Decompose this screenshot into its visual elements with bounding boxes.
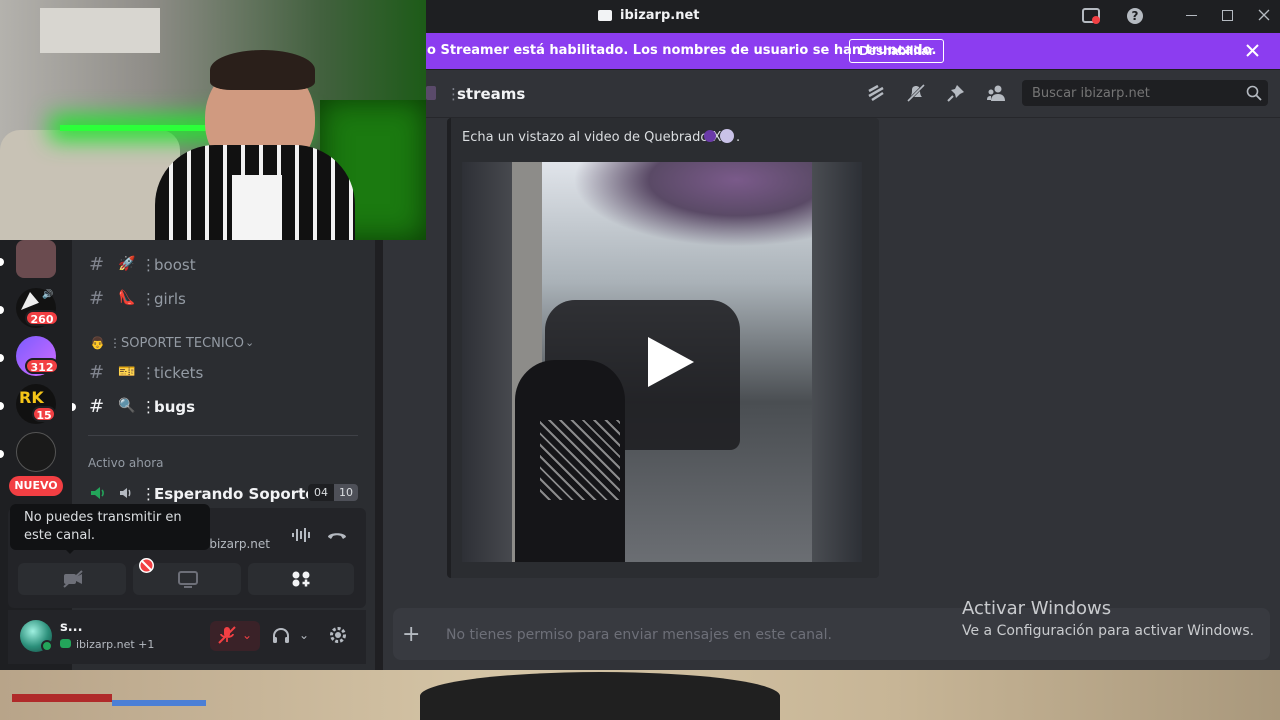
game-character	[420, 672, 780, 720]
shirt-pattern	[540, 420, 620, 500]
server-icon[interactable]	[16, 432, 56, 472]
play-icon[interactable]	[642, 335, 696, 389]
windows-activation-title: Activar Windows	[962, 598, 1112, 619]
webcam-overlay	[0, 0, 426, 240]
webcam-shirt-front	[232, 175, 282, 240]
video-blur-right	[812, 162, 862, 562]
windows-activation-subtitle: Ve a Configuración para activar Windows.	[962, 623, 1255, 639]
username: s...	[60, 620, 83, 635]
window-title: ibizarp.net	[620, 8, 700, 23]
disable-streamer-button[interactable]: Deshabilitar	[849, 39, 944, 63]
discord-logo-icon	[598, 10, 612, 21]
server-icon[interactable]	[16, 240, 56, 278]
mention-badge: 15	[32, 406, 56, 422]
minimize-icon[interactable]	[1186, 15, 1197, 16]
chevron-down-icon[interactable]: ⌄	[242, 628, 252, 642]
banner-close-icon[interactable]	[1246, 44, 1259, 57]
add-attachment-icon[interactable]: +	[402, 622, 420, 647]
webcam-frame-poster	[40, 8, 160, 53]
emoji-icon	[704, 130, 716, 142]
server-logo-rk: RK	[19, 388, 44, 407]
channel-tickets[interactable]: tickets	[154, 364, 203, 382]
text-channel-icon: #	[89, 396, 105, 417]
text-channel-icon: #	[89, 254, 105, 275]
blocked-icon	[139, 558, 154, 573]
user-activity: ibizarp.net +1	[76, 638, 155, 651]
speaker-icon	[120, 488, 131, 498]
notifications-muted-icon[interactable]	[906, 83, 926, 103]
search-icon	[1246, 85, 1262, 101]
channel-bugs[interactable]: bugs	[154, 398, 195, 416]
channel-name: streams	[457, 85, 526, 103]
divider	[88, 435, 358, 436]
category-separator: ⋮	[109, 336, 121, 350]
voice-user-limit: 10	[334, 484, 358, 501]
camera-off-icon	[63, 570, 83, 588]
text-channel-icon: #	[89, 362, 105, 383]
tree-canopy	[560, 162, 812, 252]
mention-badge: 312	[25, 358, 59, 374]
new-badge: NUEVO	[9, 476, 63, 496]
tooltip-arrow	[64, 548, 76, 554]
close-icon[interactable]	[1258, 9, 1270, 21]
help-icon[interactable]: ?	[1126, 7, 1144, 25]
voice-channel-esperando-soporte[interactable]: Esperando Soporte	[154, 485, 315, 503]
composer-placeholder: No tienes permiso para enviar mensajes e…	[446, 627, 832, 643]
channel-boost[interactable]: boost	[154, 256, 196, 274]
svg-text:?: ?	[1132, 9, 1139, 23]
screen-share-icon	[178, 571, 198, 588]
settings-gear-icon[interactable]	[328, 625, 348, 645]
microphone-muted-icon	[218, 626, 236, 644]
health-bar	[12, 694, 112, 702]
chevron-down-icon[interactable]: ⌄	[245, 336, 254, 349]
text-channel-icon: #	[89, 288, 105, 309]
channel-emoji: 🔍	[118, 398, 136, 414]
maximize-icon[interactable]	[1222, 10, 1233, 21]
channel-emoji-icon	[426, 86, 436, 100]
message-period: .	[736, 130, 741, 145]
channel-girls[interactable]: girls	[154, 290, 186, 308]
speaker-icon: 🔊	[42, 290, 54, 300]
chevron-down-icon[interactable]: ⌄	[299, 628, 309, 642]
mention-badge: 260	[25, 310, 59, 326]
active-now-label: Activo ahora	[88, 456, 164, 470]
soundboard-icon[interactable]	[291, 526, 313, 544]
online-status-icon	[41, 640, 53, 652]
voice-server-name: ibizarp.net	[206, 537, 270, 551]
category-emoji: 👨	[90, 336, 105, 350]
user-panel	[8, 610, 366, 664]
pin-icon[interactable]	[946, 83, 966, 103]
category-soporte-tecnico[interactable]: SOPORTE TECNICO	[121, 336, 244, 351]
headphones-icon[interactable]	[271, 626, 291, 646]
disconnect-icon[interactable]	[326, 526, 348, 544]
message-text: Echa un vistazo al video de Quebrado X	[462, 130, 722, 145]
game-controller-icon	[60, 639, 71, 648]
member-list-icon[interactable]	[986, 83, 1006, 103]
tooltip: No puedes transmitir en este canal.	[10, 504, 210, 550]
armor-bar	[112, 700, 206, 706]
voice-connected-icon	[91, 487, 104, 499]
webcam-hair	[210, 50, 315, 90]
search-input[interactable]	[1022, 80, 1268, 106]
webcam-couch	[0, 130, 180, 240]
voice-user-count: 04	[308, 484, 334, 501]
ghost-emoji-icon	[720, 129, 734, 143]
channel-emoji: 🎫	[118, 364, 136, 380]
activities-icon	[292, 571, 310, 587]
channel-emoji: 🚀	[118, 256, 136, 272]
inbox-icon[interactable]	[1082, 7, 1100, 25]
channel-emoji: 👠	[118, 290, 136, 306]
threads-icon[interactable]	[866, 83, 886, 103]
